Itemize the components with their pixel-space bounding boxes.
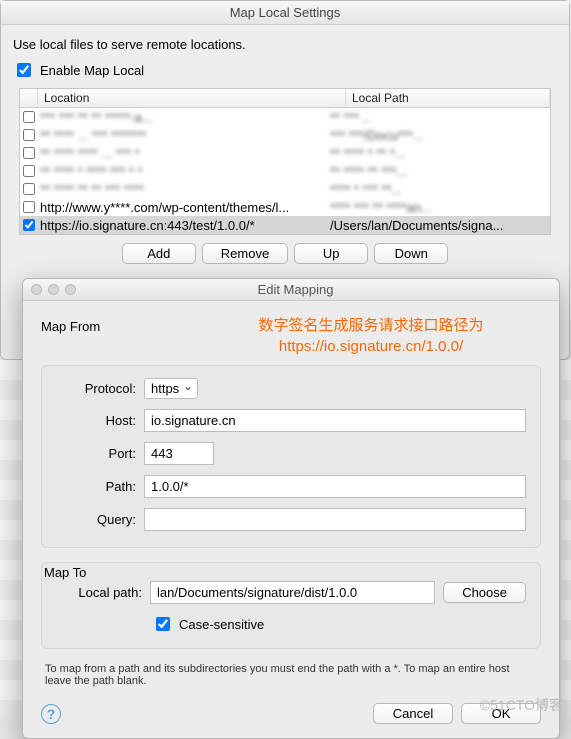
edit-mapping-dialog: Edit Mapping Map From 数字签名生成服务请求接口路径为 ht… [22,278,560,739]
help-icon[interactable]: ? [41,704,61,724]
mappings-table: Location Local Path *** *** ** ** *****-… [19,88,551,235]
map-to-group: Map To Local path: Choose Case-sensitive [41,562,541,649]
map-to-label: Map To [44,565,86,580]
host-label: Host: [56,413,136,428]
local-path-label: Local path: [56,585,142,600]
host-input[interactable] [144,409,526,432]
table-row[interactable]: ** **** * **** *** * *** **** ** ***... [20,162,550,180]
row-checkbox[interactable] [23,201,35,213]
enable-map-local-label: Enable Map Local [40,63,144,78]
table-row[interactable]: http://www.y****.com/wp-content/themes/l… [20,198,550,216]
column-header-local-path[interactable]: Local Path [346,89,550,107]
protocol-label: Protocol: [56,381,136,396]
watermark-text: ©51CTO博客 [480,695,563,715]
table-row[interactable]: ** **** ** ** *** ******** * *** **... [20,180,550,198]
protocol-select[interactable]: https [144,378,198,399]
port-input[interactable] [144,442,214,465]
annotation-text: 数字签名生成服务请求接口路径为 https://io.signature.cn/… [201,315,541,357]
row-checkbox[interactable] [23,147,35,159]
table-row[interactable]: https://io.signature.cn:443/test/1.0.0/*… [20,216,550,234]
port-label: Port: [56,446,136,461]
cancel-button[interactable]: Cancel [373,703,453,724]
column-header-location[interactable]: Location [38,89,346,107]
local-path-input[interactable] [150,581,435,604]
instruction-text: Use local files to serve remote location… [13,37,557,52]
up-button[interactable]: Up [294,243,368,264]
row-checkbox[interactable] [23,183,35,195]
row-checkbox[interactable] [23,111,35,123]
case-sensitive-checkbox[interactable] [156,617,170,631]
add-button[interactable]: Add [122,243,196,264]
map-from-group: Protocol: https Host: Port: Path: Query: [41,365,541,548]
path-input[interactable] [144,475,526,498]
case-sensitive-label: Case-sensitive [179,617,264,632]
hint-text: To map from a path and its subdirectorie… [45,663,537,687]
row-checkbox[interactable] [23,165,35,177]
map-from-label: Map From [41,319,100,334]
enable-map-local-checkbox[interactable] [17,63,31,77]
row-checkbox[interactable] [23,219,35,231]
dialog-title: Edit Mapping [40,282,551,297]
down-button[interactable]: Down [374,243,448,264]
table-row[interactable]: ** **** ... *** ********** ***/Docu***..… [20,126,550,144]
path-label: Path: [56,479,136,494]
window-title: Map Local Settings [1,1,569,25]
choose-button[interactable]: Choose [443,582,526,603]
query-input[interactable] [144,508,526,531]
table-row[interactable]: ** **** **** ... *** *** **** * ** *... [20,144,550,162]
row-checkbox[interactable] [23,129,35,141]
table-row[interactable]: *** *** ** ** *****-a...** *** .. [20,108,550,126]
remove-button[interactable]: Remove [202,243,288,264]
query-label: Query: [56,512,136,527]
